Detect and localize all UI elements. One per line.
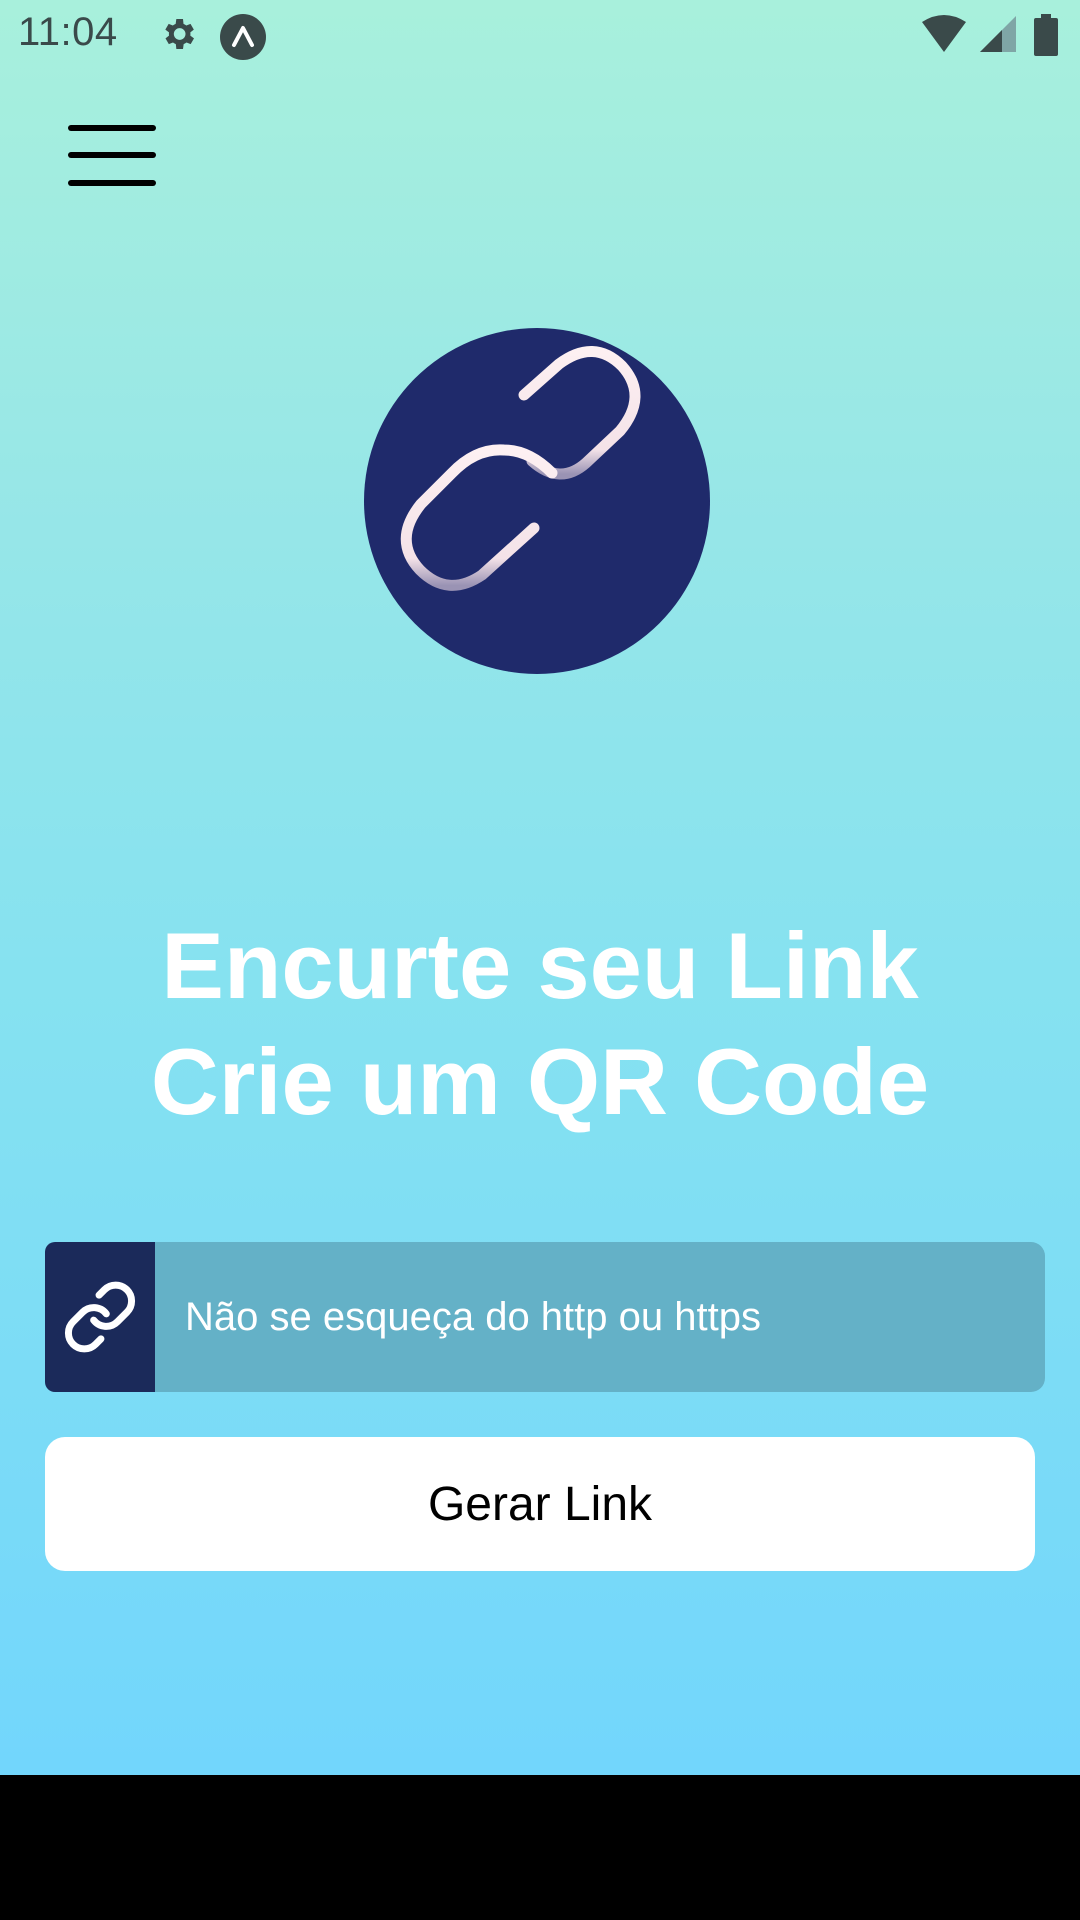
link-icon: [45, 1242, 155, 1392]
expo-icon: [220, 14, 266, 65]
generate-link-button[interactable]: Gerar Link: [45, 1437, 1035, 1571]
hamburger-menu-icon[interactable]: [58, 110, 168, 200]
menu-bar-bottom: [68, 180, 156, 186]
wifi-icon: [920, 14, 968, 59]
screen: 11:04 Encurte seu Link Crie um QR Code N…: [0, 0, 1080, 1920]
status-time: 11:04: [18, 10, 118, 54]
url-input-group: [45, 1242, 1045, 1392]
hero-line-2: Crie um QR Code: [150, 1029, 930, 1134]
battery-icon: [1034, 14, 1058, 61]
hero-line-1: Encurte seu Link: [161, 913, 919, 1018]
status-bar: 11:04: [0, 0, 1080, 72]
navigation-bar: [0, 1775, 1080, 1920]
url-input[interactable]: [155, 1242, 1045, 1392]
link-chain-logo: [364, 328, 710, 674]
menu-bar-middle: [68, 152, 156, 158]
menu-bar-top: [68, 125, 156, 131]
signal-icon: [978, 14, 1018, 59]
hero-heading: Encurte seu Link Crie um QR Code: [0, 908, 1080, 1140]
app-background: 11:04 Encurte seu Link Crie um QR Code N…: [0, 0, 1080, 1775]
gear-icon: [158, 14, 198, 59]
